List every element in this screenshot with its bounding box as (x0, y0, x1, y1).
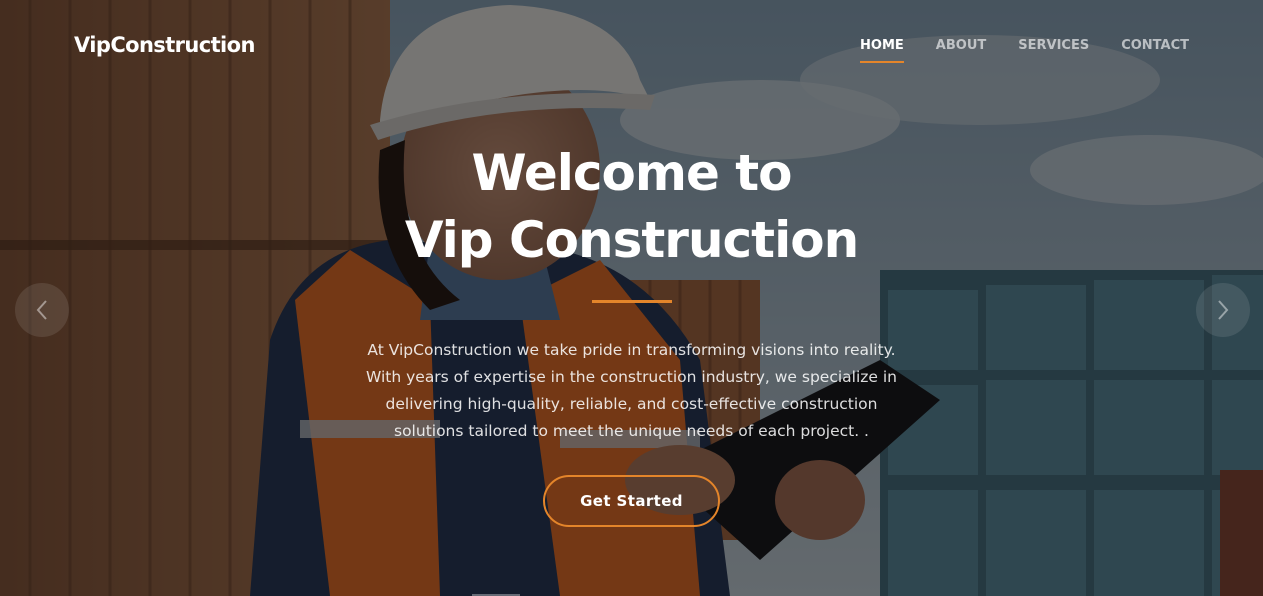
nav-item-services[interactable]: SERVICES (1018, 37, 1089, 63)
nav-item-home[interactable]: HOME (860, 37, 904, 63)
site-header: VipConstruction HOME ABOUT SERVICES CONT… (0, 0, 1263, 92)
title-accent-divider (591, 300, 672, 303)
hero-title: Welcome to Vip Construction (0, 140, 1263, 274)
hero-description: At VipConstruction we take pride in tran… (365, 341, 898, 440)
site-logo[interactable]: VipConstruction (74, 31, 255, 59)
nav-item-contact[interactable]: CONTACT (1121, 37, 1189, 63)
carousel-next-button[interactable] (1196, 283, 1250, 337)
carousel-prev-button[interactable] (15, 283, 69, 337)
hero-section: VipConstruction HOME ABOUT SERVICES CONT… (0, 0, 1263, 596)
hero-title-line-1: Welcome to (471, 144, 792, 202)
chevron-left-icon (36, 300, 47, 320)
nav-item-about[interactable]: ABOUT (936, 37, 986, 63)
main-nav: HOME ABOUT SERVICES CONTACT (860, 37, 1189, 63)
hero-content: Welcome to Vip Construction At VipConstr… (0, 140, 1263, 527)
chevron-right-icon (1218, 300, 1229, 320)
hero-title-line-2: Vip Construction (404, 211, 859, 269)
get-started-button[interactable]: Get Started (543, 475, 720, 527)
